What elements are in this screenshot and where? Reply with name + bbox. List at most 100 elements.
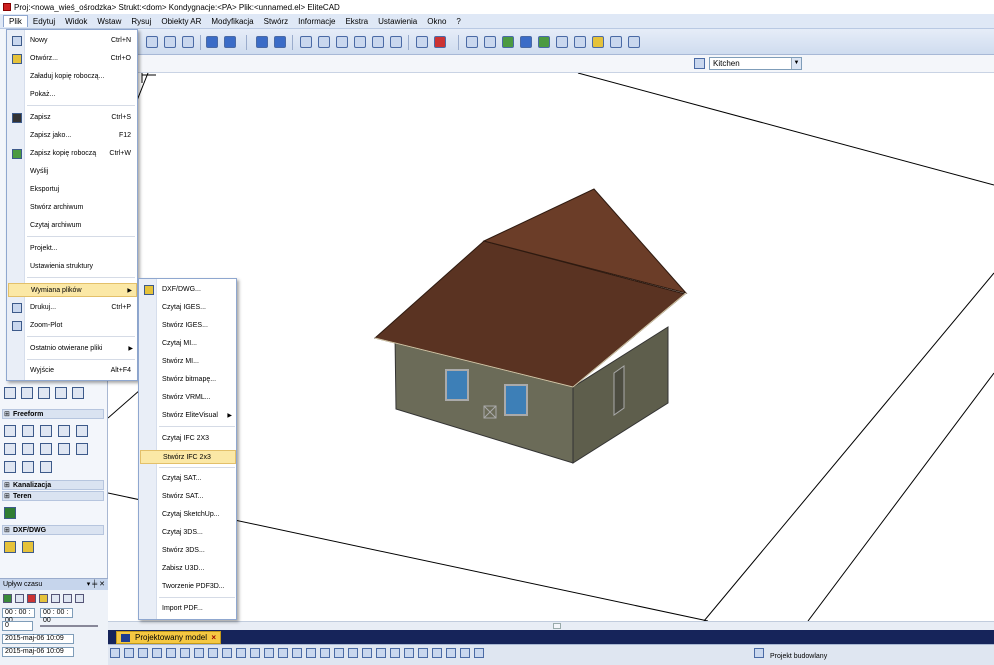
view-all-icon[interactable] <box>318 36 330 48</box>
snap-icon[interactable] <box>194 648 204 658</box>
draw-tool-icon[interactable] <box>4 387 16 399</box>
submenu-item-stworz-bitmape[interactable]: Stwórz bitmapę... <box>140 373 236 387</box>
snap-icon[interactable] <box>250 648 260 658</box>
snap-icon[interactable] <box>362 648 372 658</box>
menu-widok[interactable]: Widok <box>60 16 92 27</box>
menu-obiekty-ar[interactable]: Obiekty AR <box>156 16 206 27</box>
zoom-in-icon[interactable] <box>256 36 268 48</box>
menu-item-zapisz[interactable]: Zapisz Ctrl+S <box>8 111 137 125</box>
menu-ekstra[interactable]: Ekstra <box>340 16 373 27</box>
freeform-tool-icon[interactable] <box>22 461 34 473</box>
snap-icon[interactable] <box>264 648 274 658</box>
submenu-item-czytaj-iges[interactable]: Czytaj IGES... <box>140 301 236 315</box>
dxf-export-icon[interactable] <box>22 541 34 553</box>
chevron-down-icon[interactable]: ▼ <box>791 58 801 69</box>
menu-item-eksportuj[interactable]: Eksportuj <box>8 183 137 197</box>
date-field-2[interactable]: 2015-maj-06 10:09 <box>2 647 74 657</box>
snap-icon[interactable] <box>446 648 456 658</box>
freeform-tool-icon[interactable] <box>22 443 34 455</box>
undo-icon[interactable] <box>206 36 218 48</box>
snap-icon[interactable] <box>390 648 400 658</box>
snap-icon[interactable] <box>432 648 442 658</box>
edit-icon[interactable] <box>434 36 446 48</box>
menu-item-zoom-plot[interactable]: Zoom-Plot <box>8 319 137 333</box>
menu-item-pokaz[interactable]: Pokaż... <box>8 88 137 102</box>
menu-help[interactable]: ? <box>451 16 465 27</box>
submenu-item-stworz-iges[interactable]: Stwórz IGES... <box>140 319 236 333</box>
submenu-item-tworzenie-pdf3d[interactable]: Tworzenie PDF3D... <box>140 580 236 594</box>
submenu-item-czytaj-sat[interactable]: Czytaj SAT... <box>140 472 236 486</box>
snap-icon[interactable] <box>166 648 176 658</box>
layer-select[interactable]: Kitchen ▼ <box>709 57 802 70</box>
snap-icon[interactable] <box>236 648 246 658</box>
tool-icon[interactable] <box>538 36 550 48</box>
time-slider[interactable] <box>40 625 98 627</box>
snap-icon[interactable] <box>348 648 358 658</box>
freeform-tool-icon[interactable] <box>4 461 16 473</box>
snap-icon[interactable] <box>208 648 218 658</box>
menu-item-wyjscie[interactable]: Wyjście Alt+F4 <box>8 364 137 378</box>
submenu-item-stworz-ifc[interactable]: Stwórz IFC 2x3 <box>140 450 236 464</box>
layer-icon[interactable] <box>466 36 478 48</box>
menu-item-wyslij[interactable]: Wyślij <box>8 165 137 179</box>
tab-projektowany-model[interactable]: Projektowany model × <box>116 631 221 644</box>
submenu-item-stworz-sat[interactable]: Stwórz SAT... <box>140 490 236 504</box>
draw-tool-icon[interactable] <box>55 387 67 399</box>
query-icon[interactable] <box>574 36 586 48</box>
scroll-thumb[interactable] <box>553 623 561 629</box>
freeform-tool-icon[interactable] <box>40 443 52 455</box>
time-from-field[interactable]: 00 : 00 : 00 <box>2 608 35 624</box>
sun-icon[interactable] <box>39 594 48 603</box>
menu-item-wymiana-plikow[interactable]: Wymiana plików ▶ <box>8 283 137 297</box>
snap-icon[interactable] <box>404 648 414 658</box>
settings-icon[interactable] <box>75 594 84 603</box>
snap-icon[interactable] <box>460 648 470 658</box>
submenu-item-czytaj-3ds[interactable]: Czytaj 3DS... <box>140 526 236 540</box>
draw-tool-icon[interactable] <box>21 387 33 399</box>
snap-icon[interactable] <box>180 648 190 658</box>
submenu-item-stworz-elitevisual[interactable]: Stwórz EliteVisual ▶ <box>140 409 236 423</box>
submenu-item-import-pdf[interactable]: Import PDF... <box>140 602 236 616</box>
submenu-item-stworz-mi[interactable]: Stwórz MI... <box>140 355 236 369</box>
calendar-icon[interactable] <box>27 594 36 603</box>
menu-rysuj[interactable]: Rysuj <box>126 16 156 27</box>
menu-item-ustawienia-struktury[interactable]: Ustawienia struktury <box>8 260 137 274</box>
snap-icon[interactable] <box>320 648 330 658</box>
menu-okno[interactable]: Okno <box>422 16 451 27</box>
section-teren[interactable]: Teren <box>2 491 104 502</box>
measure-icon[interactable] <box>556 36 568 48</box>
redo-icon[interactable] <box>224 36 236 48</box>
menu-item-czytaj-archiwum[interactable]: Czytaj archiwum <box>8 219 137 233</box>
menu-wstaw[interactable]: Wstaw <box>92 16 126 27</box>
menu-edytuj[interactable]: Edytuj <box>28 16 60 27</box>
menu-item-otworz[interactable]: Otwórz... Ctrl+O <box>8 52 137 66</box>
menu-item-zapisz-kopie[interactable]: Zapisz kopię roboczą Ctrl+W <box>8 147 137 161</box>
snap-icon[interactable] <box>334 648 344 658</box>
freeform-tool-icon[interactable] <box>22 425 34 437</box>
snap-icon[interactable] <box>124 648 134 658</box>
fill-icon[interactable] <box>502 36 514 48</box>
freeform-tool-icon[interactable] <box>76 425 88 437</box>
value-field[interactable]: 0 <box>2 621 33 631</box>
menu-item-drukuj[interactable]: Drukuj... Ctrl+P <box>8 301 137 315</box>
menu-item-ostatnio-otwierane[interactable]: Ostatnio otwierane pliki ▶ <box>8 342 137 356</box>
freeform-tool-icon[interactable] <box>40 425 52 437</box>
copy-icon[interactable] <box>164 36 176 48</box>
submenu-item-stworz-vrml[interactable]: Stwórz VRML... <box>140 391 236 405</box>
section-dxf-dwg[interactable]: DXF/DWG <box>2 525 104 536</box>
pan-icon[interactable] <box>354 36 366 48</box>
menu-informacje[interactable]: Informacje <box>293 16 340 27</box>
snap-icon[interactable] <box>110 648 120 658</box>
close-icon[interactable]: × <box>211 632 216 643</box>
section-freeform[interactable]: Freeform <box>2 409 104 420</box>
play-icon[interactable] <box>3 594 12 603</box>
view-3d-icon[interactable] <box>372 36 384 48</box>
menu-item-zapisz-jako[interactable]: Zapisz jako... F12 <box>8 129 137 143</box>
menu-item-zaladuj-kopie[interactable]: Załaduj kopię roboczą... <box>8 70 137 84</box>
snap-icon[interactable] <box>278 648 288 658</box>
freeform-tool-icon[interactable] <box>76 443 88 455</box>
freeform-tool-icon[interactable] <box>40 461 52 473</box>
date-field-1[interactable]: 2015-maj-06 10:09 <box>2 634 74 644</box>
menu-plik[interactable]: Plik <box>3 15 28 27</box>
terrain-icon[interactable] <box>4 507 16 519</box>
